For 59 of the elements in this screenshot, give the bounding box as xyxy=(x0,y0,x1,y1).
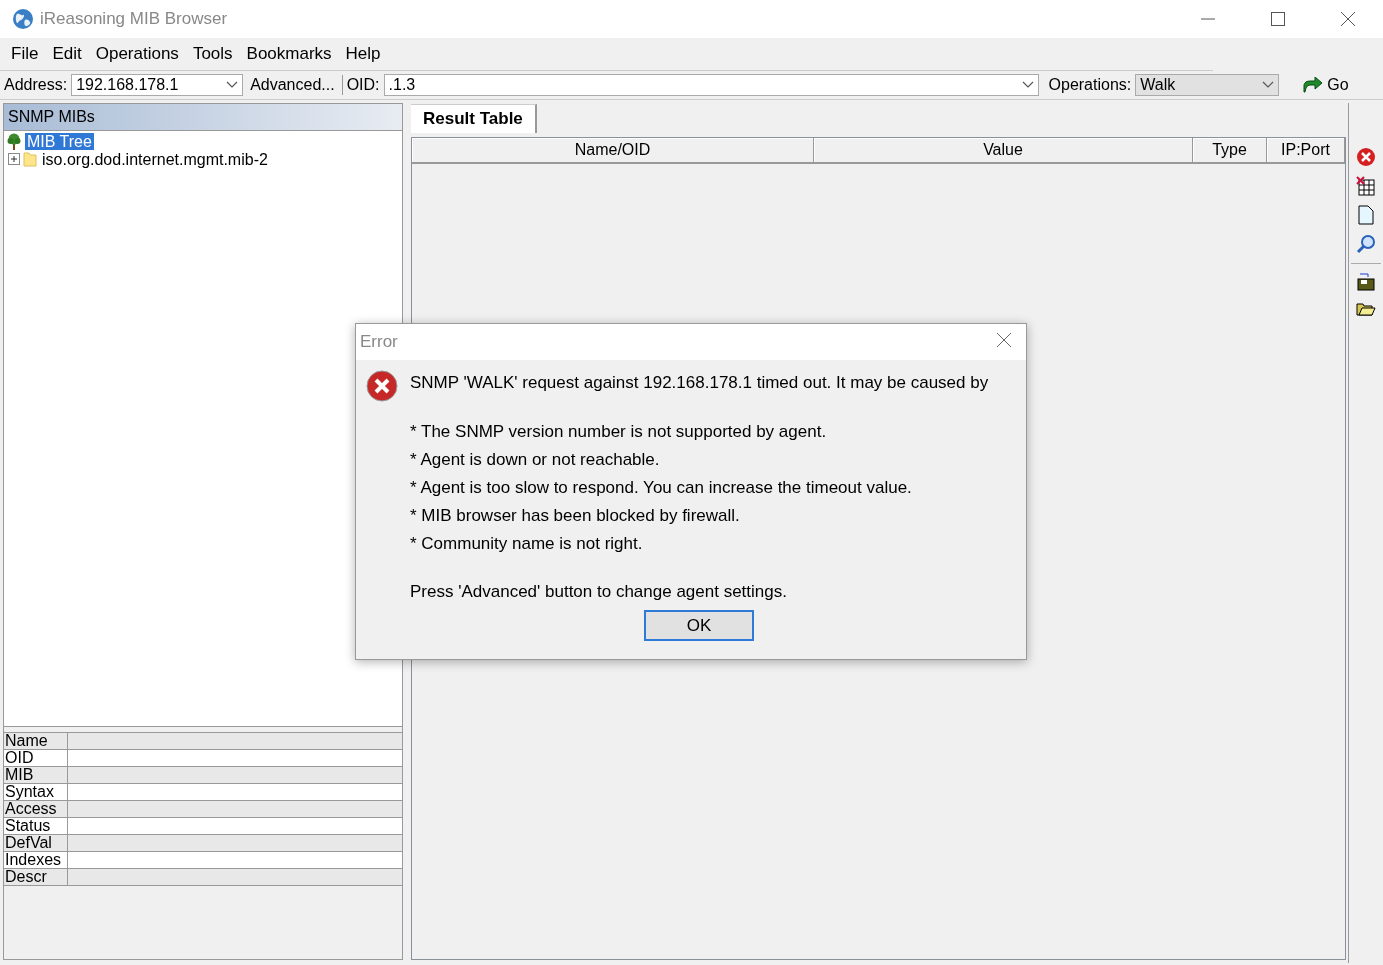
advanced-button[interactable]: Advanced... xyxy=(247,76,338,94)
globe-icon xyxy=(12,8,34,30)
error-reason: * Agent is too slow to respond. You can increase the timeout value. xyxy=(410,477,913,499)
window-title: iReasoning MIB Browser xyxy=(40,9,228,29)
column-header[interactable]: Name/OID xyxy=(412,138,814,162)
panel-header: SNMP MIBs xyxy=(4,104,402,131)
ok-button[interactable]: OK xyxy=(644,610,755,641)
menu-item[interactable]: Tools xyxy=(185,44,240,64)
close-icon[interactable] xyxy=(1340,11,1356,27)
table-clear-icon[interactable] xyxy=(1356,176,1376,196)
property-label: Name xyxy=(4,733,68,749)
menu-item[interactable]: Bookmarks xyxy=(239,44,339,64)
close-icon[interactable] xyxy=(996,332,1012,348)
property-label: MIB xyxy=(4,767,68,783)
property-label: OID xyxy=(4,750,68,766)
property-label: Descr xyxy=(4,869,68,885)
property-label: Access xyxy=(4,801,68,817)
stop-icon[interactable] xyxy=(1356,147,1376,167)
chevron-icon xyxy=(1021,81,1034,89)
column-header[interactable]: Value xyxy=(814,138,1193,162)
document-icon[interactable] xyxy=(1357,205,1375,225)
chevron-icon xyxy=(1262,81,1275,89)
error-icon xyxy=(366,370,398,402)
tree-node[interactable]: iso.org.dod.internet.mgmt.mib-2 xyxy=(40,150,270,168)
error-message: SNMP 'WALK' request against 192.168.178.1 timed out. It may be caused by xyxy=(410,372,989,394)
error-reason: * Agent is down or not reachable. xyxy=(410,449,661,471)
address-field[interactable]: 192.168.178.1 xyxy=(71,74,244,96)
tab[interactable]: Result Table xyxy=(411,104,537,133)
column-header[interactable]: Type xyxy=(1193,138,1267,162)
go-button[interactable]: Go xyxy=(1303,76,1349,94)
menu-item[interactable]: File xyxy=(4,44,46,64)
oid-label: OID: xyxy=(346,76,380,94)
maximize-icon[interactable] xyxy=(1270,11,1286,27)
search-icon[interactable] xyxy=(1356,234,1376,254)
dialog-title: Error xyxy=(360,332,398,352)
folder-icon[interactable] xyxy=(1356,300,1376,316)
address-label: Address: xyxy=(4,76,68,94)
operations-dropdown[interactable]: Walk xyxy=(1135,74,1280,96)
menu-item[interactable]: Operations xyxy=(88,44,186,64)
property-label: Status xyxy=(4,818,68,834)
tree-node[interactable]: MIB Tree xyxy=(25,132,94,150)
property-label: DefVal xyxy=(4,835,68,851)
folder-icon xyxy=(23,151,37,167)
operations-label: Operations: xyxy=(1048,76,1132,94)
menu-item[interactable]: Edit xyxy=(45,44,89,64)
chevron-icon xyxy=(226,81,239,89)
save-icon[interactable] xyxy=(1356,273,1376,291)
column-header[interactable]: IP:Port xyxy=(1267,138,1345,162)
property-label: Indexes xyxy=(4,852,68,868)
oid-field[interactable]: .1.3 xyxy=(383,74,1039,96)
error-reason: * The SNMP version number is not supported by agent. xyxy=(410,421,828,443)
hint-text: Press 'Advanced' button to change agent settings. xyxy=(410,581,788,603)
menu-item[interactable]: Help xyxy=(338,44,388,64)
error-reason: * MIB browser has been blocked by firewall. xyxy=(410,505,741,527)
tree-icon xyxy=(6,132,22,150)
expand-icon[interactable] xyxy=(8,153,20,165)
property-label: Syntax xyxy=(4,784,68,800)
error-reason: * Community name is not right. xyxy=(410,533,644,555)
arrow-icon xyxy=(1303,77,1324,93)
